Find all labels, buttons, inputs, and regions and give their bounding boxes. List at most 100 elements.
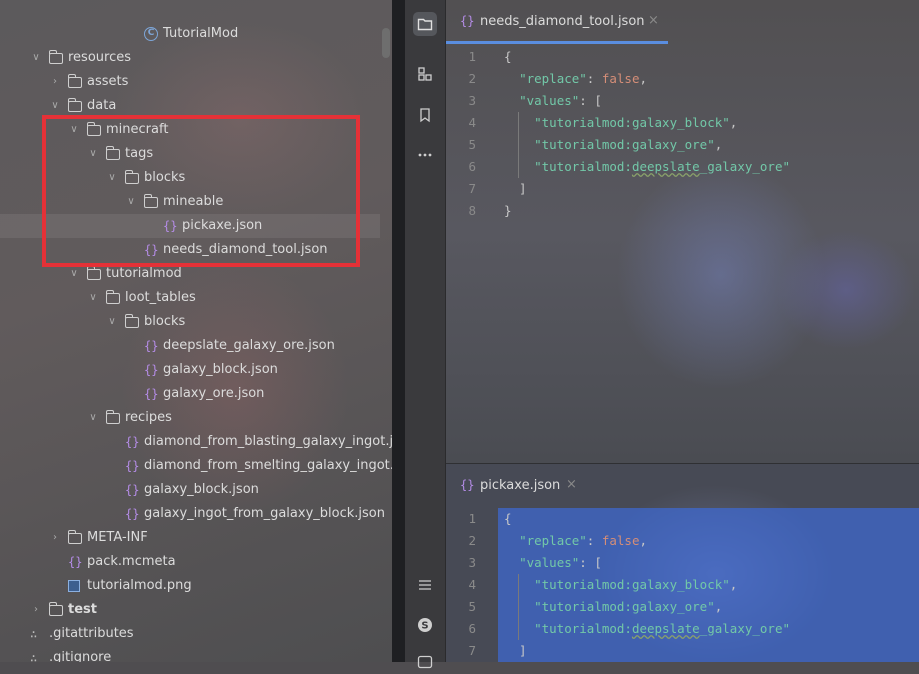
bookmark-icon[interactable] — [413, 103, 437, 127]
tree-item-label: diamond_from_blasting_galaxy_ingot.json — [144, 434, 392, 449]
project-icon[interactable] — [413, 12, 437, 36]
tree-item[interactable]: {} galaxy_ore.json — [0, 382, 380, 406]
tab-bar: {} needs_diamond_tool.json × — [446, 0, 919, 44]
tree-item-label: .gitignore — [49, 650, 112, 662]
chevron-right-icon[interactable]: › — [48, 526, 62, 550]
code-line[interactable]: 2 "replace": false, — [446, 530, 919, 552]
code-token: : [ — [579, 93, 602, 108]
line-number: 8 — [468, 203, 476, 218]
code-token: { — [504, 511, 512, 526]
tree-item[interactable]: ∨ recipes — [0, 406, 380, 430]
tab-label: pickaxe.json — [480, 478, 561, 493]
close-icon[interactable]: × — [648, 13, 659, 28]
code-line[interactable]: 2 "replace": false, — [446, 68, 919, 90]
json-icon: {} — [125, 507, 140, 521]
line-number: 2 — [468, 71, 476, 86]
code-line[interactable]: 4 "tutorialmod:galaxy_block", — [446, 574, 919, 596]
tree-item[interactable]: tutorialmod.png — [0, 574, 380, 598]
line-number: 4 — [468, 577, 476, 592]
code-line[interactable]: 5 "tutorialmod:galaxy_ore", — [446, 134, 919, 156]
tool-window-strip: S — [405, 0, 446, 669]
tab-needs-diamond-tool[interactable]: {} needs_diamond_tool.json × — [446, 0, 668, 44]
chevron-right-icon[interactable]: › — [29, 598, 43, 622]
tree-item[interactable]: C TutorialMod — [0, 22, 380, 46]
chevron-down-icon[interactable]: ∨ — [105, 310, 119, 334]
code-line[interactable]: 3 "values": [ — [446, 552, 919, 574]
tree-item-label: test — [68, 602, 97, 617]
folder-icon — [125, 314, 139, 328]
tree-item[interactable]: {} galaxy_block.json — [0, 358, 380, 382]
code-line[interactable]: 6 "tutorialmod:deepslate_galaxy_ore" — [446, 618, 919, 640]
code-line[interactable]: 6 "tutorialmod:deepslate_galaxy_ore" — [446, 156, 919, 178]
class-icon: C — [144, 27, 158, 41]
json-icon: {} — [460, 478, 475, 492]
tree-item[interactable]: › assets — [0, 70, 380, 94]
code-line[interactable]: 4 "tutorialmod:galaxy_block", — [446, 112, 919, 134]
tree-item-label: TutorialMod — [163, 26, 239, 41]
code-token: "tutorialmod:galaxy_block" — [534, 115, 730, 130]
code-line[interactable]: 8} — [446, 200, 919, 222]
tree-item[interactable]: ∨ resources — [0, 46, 380, 70]
panel-divider[interactable] — [392, 0, 405, 662]
editor-pane-bottom: {} pickaxe.json × 1{2 "replace": false, 3… — [446, 464, 919, 662]
tree-item[interactable]: ∴ .gitattributes — [0, 622, 380, 646]
code-text: { — [504, 46, 512, 68]
tab-pickaxe[interactable]: {} pickaxe.json × — [446, 464, 596, 508]
code-text: "tutorialmod:galaxy_ore", — [504, 596, 722, 618]
tree-item-label: pack.mcmeta — [87, 554, 176, 569]
code-token: "values" — [519, 93, 580, 108]
tree-item[interactable]: {} deepslate_galaxy_ore.json — [0, 334, 380, 358]
code-token: , — [714, 137, 723, 152]
tree-item[interactable]: ∨ loot_tables — [0, 286, 380, 310]
code-line[interactable]: 1{ — [446, 46, 919, 68]
structure-icon[interactable] — [413, 62, 437, 86]
code-line[interactable]: 3 "values": [ — [446, 90, 919, 112]
chevron-down-icon[interactable]: ∨ — [29, 46, 43, 70]
code-line[interactable]: 1{ — [446, 508, 919, 530]
tree-item[interactable]: {} diamond_from_smelting_galaxy_ingot.jso… — [0, 454, 392, 478]
tree-scrollbar[interactable] — [382, 28, 390, 58]
code-token: "tutorialmod: — [534, 159, 632, 174]
tree-item[interactable]: {} diamond_from_blasting_galaxy_ingot.jso… — [0, 430, 392, 454]
code-line[interactable]: 7 ] — [446, 178, 919, 200]
json-icon: {} — [144, 363, 159, 377]
background-art — [776, 230, 916, 350]
tree-item[interactable]: › test — [0, 598, 380, 622]
chevron-right-icon[interactable]: › — [48, 70, 62, 94]
code-text: } — [504, 200, 512, 222]
line-number: 1 — [468, 49, 476, 64]
code-token: deepslate — [631, 159, 700, 174]
tree-item-label: galaxy_ingot_from_galaxy_block.json — [144, 506, 385, 521]
list-icon[interactable] — [413, 573, 437, 597]
folder-icon — [68, 98, 82, 112]
tree-item[interactable]: ∴ .gitignore — [0, 646, 380, 662]
terminal-icon[interactable] — [413, 650, 437, 674]
tree-item[interactable]: ∨ blocks — [0, 310, 380, 334]
close-icon[interactable]: × — [566, 477, 577, 492]
tree-item-label: diamond_from_smelting_galaxy_ingot.json — [144, 458, 392, 473]
tree-item[interactable]: › META-INF — [0, 526, 380, 550]
line-number: 6 — [468, 159, 476, 174]
line-number: 3 — [468, 555, 476, 570]
tab-bar: {} pickaxe.json × — [446, 464, 919, 508]
tree-item[interactable]: {} galaxy_ingot_from_galaxy_block.json — [0, 502, 385, 526]
code-line[interactable]: 5 "tutorialmod:galaxy_ore", — [446, 596, 919, 618]
tree-item[interactable]: {} pack.mcmeta — [0, 550, 380, 574]
code-line[interactable]: 7 ] — [446, 640, 919, 662]
line-number: 2 — [468, 533, 476, 548]
code-token: : — [586, 71, 602, 86]
folder-icon — [106, 290, 120, 304]
tree-item-label: recipes — [125, 410, 172, 425]
chevron-down-icon[interactable]: ∨ — [86, 406, 100, 430]
more-icon[interactable] — [413, 143, 437, 167]
s-icon[interactable]: S — [413, 613, 437, 637]
tree-item[interactable]: {} galaxy_block.json — [0, 478, 380, 502]
code-token: ] — [504, 181, 527, 196]
project-tool-window: C TutorialMod ∨ resources › assets ∨ data ∨ minec… — [0, 0, 392, 662]
chevron-down-icon[interactable]: ∨ — [86, 286, 100, 310]
code-token: "tutorialmod:galaxy_ore" — [534, 137, 715, 152]
git-icon: ∴ — [30, 627, 38, 641]
